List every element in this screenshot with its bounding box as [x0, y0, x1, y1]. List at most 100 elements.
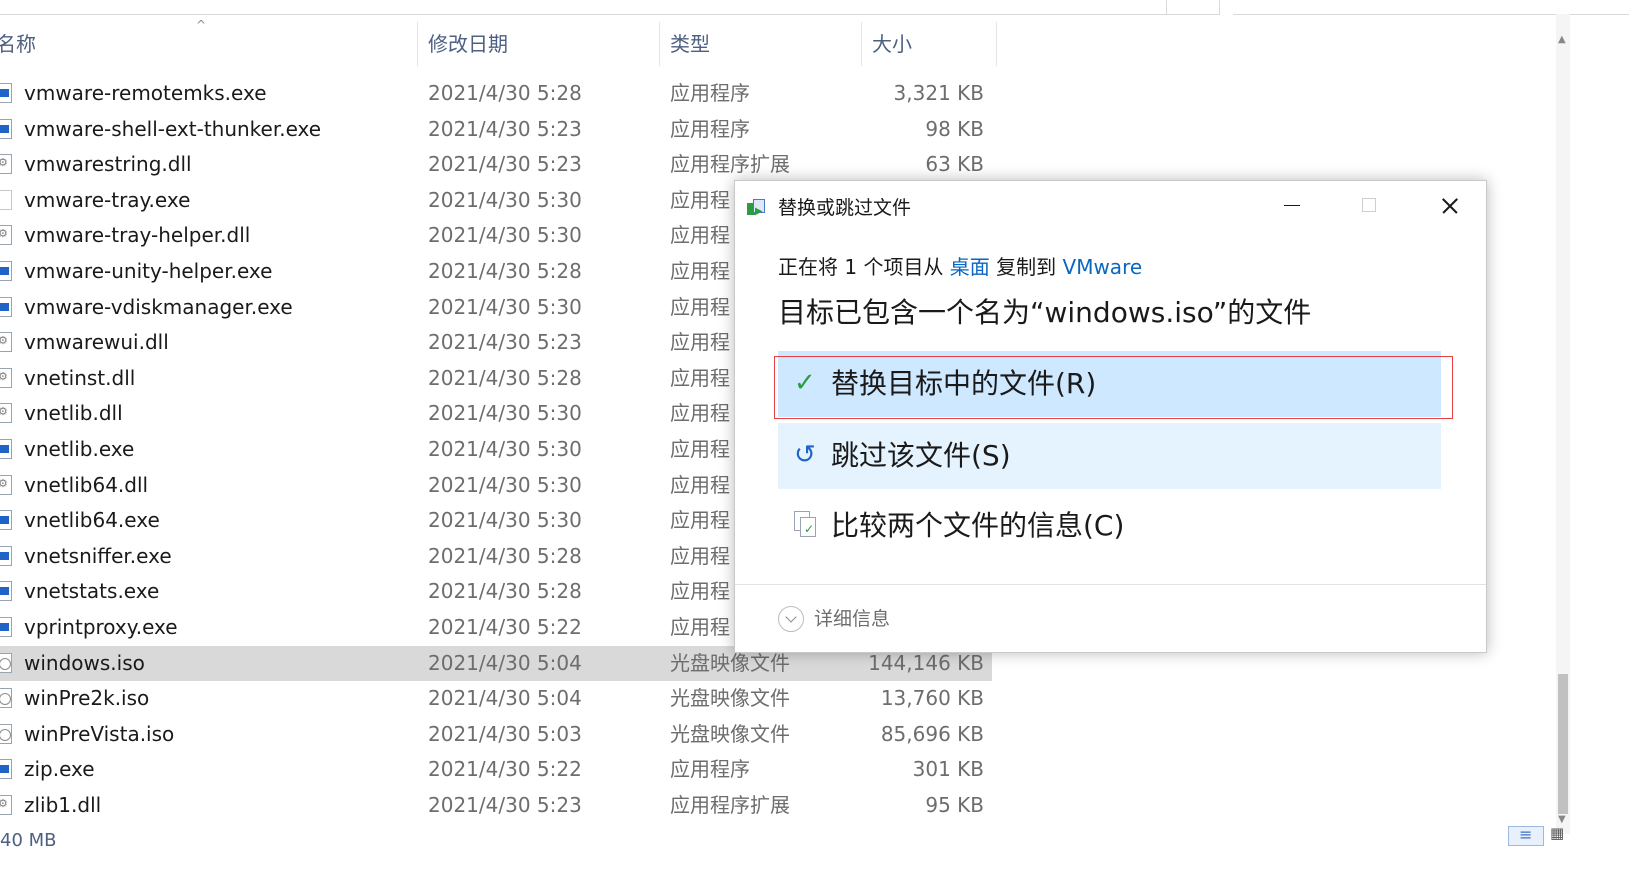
file-type: 应用程: [670, 187, 730, 212]
file-type: 应用程: [670, 543, 730, 568]
dialog-heading: 目标已包含一个名为“windows.iso”的文件: [778, 296, 1312, 329]
file-name: vnetsniffer.exe: [24, 543, 172, 568]
column-header-row: 名称 修改日期 类型 大小: [0, 22, 1000, 66]
file-name: vmware-vdiskmanager.exe: [24, 294, 293, 319]
file-size: 85,696 KB: [880, 721, 984, 746]
iso-icon: [0, 723, 12, 744]
file-type: 应用程: [670, 472, 730, 497]
file-row[interactable]: winPreVista.iso 2021/4/30 5:03 光盘映像文件 85,69…: [0, 717, 992, 753]
file-type: 应用程序扩展: [670, 793, 790, 817]
file-name: winPreVista.iso: [24, 721, 175, 746]
dialog-titlebar[interactable]: ▶ 替换或跳过文件: [735, 181, 1486, 229]
column-header-name[interactable]: 名称: [0, 22, 36, 66]
close-button[interactable]: [1409, 181, 1487, 229]
file-date: 2021/4/30 5:28: [428, 365, 582, 390]
exe-icon: [0, 545, 12, 566]
exe-icon: [0, 759, 12, 780]
file-type: 应用程: [670, 223, 730, 248]
file-date: 2021/4/30 5:23: [428, 116, 582, 141]
exe-icon: [0, 83, 12, 103]
dialog-separator: [735, 584, 1486, 585]
file-date: 2021/4/30 5:28: [428, 543, 582, 568]
blank-file-icon: [0, 189, 12, 210]
exe-icon: [0, 296, 12, 317]
file-date: 2021/4/30 5:30: [428, 472, 582, 497]
file-name: vnetlib64.dll: [24, 472, 149, 497]
file-date: 2021/4/30 5:30: [428, 508, 582, 533]
file-row[interactable]: vmwarestring.dll 2021/4/30 5:23 应用程序扩展 63 K…: [0, 147, 992, 183]
file-row[interactable]: vmware-remotemks.exe 2021/4/30 5:28 应用程序 3,…: [0, 76, 992, 112]
status-bar-size: 40 MB: [0, 830, 57, 851]
file-size: 98 KB: [925, 116, 984, 141]
file-type: 应用程: [670, 330, 730, 355]
file-type: 应用程: [670, 615, 730, 639]
file-row[interactable]: zlib1.dll 2021/4/30 5:23 应用程序扩展 95 KB: [0, 788, 992, 824]
dll-icon: [0, 403, 12, 424]
refresh-button[interactable]: [1167, 0, 1220, 15]
chevron-down-icon: [778, 606, 804, 632]
dll-icon: [0, 795, 12, 815]
file-date: 2021/4/30 5:22: [428, 615, 582, 639]
file-date: 2021/4/30 5:30: [428, 437, 582, 461]
address-bar[interactable]: [0, 0, 1167, 15]
file-date: 2021/4/30 5:28: [428, 81, 582, 105]
column-header-type[interactable]: 类型: [670, 22, 710, 66]
large-icons-view-button[interactable]: [1548, 824, 1568, 846]
file-name: winPre2k.iso: [24, 686, 150, 711]
file-type: 应用程序扩展: [670, 152, 790, 177]
file-name: vnetlib.exe: [24, 437, 135, 461]
compare-files-icon: ✓: [794, 511, 822, 539]
exe-icon: [0, 581, 12, 602]
column-header-date[interactable]: 修改日期: [428, 22, 508, 66]
file-type: 应用程: [670, 365, 730, 390]
minimize-button[interactable]: [1253, 181, 1331, 229]
column-divider[interactable]: [861, 22, 862, 66]
vertical-scrollbar[interactable]: ▲ ▼: [1556, 14, 1570, 834]
file-copy-icon: ▶: [747, 199, 767, 217]
file-date: 2021/4/30 5:04: [428, 650, 582, 675]
skip-arrow-icon: ↺: [794, 440, 816, 470]
file-type: 应用程: [670, 579, 730, 604]
file-date: 2021/4/30 5:28: [428, 259, 582, 283]
copy-middle-text: 复制到: [989, 255, 1063, 279]
column-divider[interactable]: [417, 22, 418, 66]
details-view-button[interactable]: [1508, 825, 1544, 846]
file-type: 光盘映像文件: [670, 721, 790, 746]
dll-icon: [0, 332, 12, 353]
file-date: 2021/4/30 5:23: [428, 330, 582, 355]
column-divider[interactable]: [659, 22, 660, 66]
scrollbar-thumb[interactable]: [1558, 674, 1568, 814]
dll-icon: [0, 154, 12, 175]
file-type: 应用程序: [670, 116, 750, 141]
iso-icon: [0, 688, 12, 709]
column-divider[interactable]: [996, 22, 997, 66]
skip-option-label: 跳过该文件(S): [831, 439, 1011, 472]
destination-folder-link[interactable]: VMware: [1063, 255, 1143, 279]
copy-status-line: 正在将 1 个项目从 桌面 复制到 VMware: [778, 251, 1142, 280]
compare-files-option[interactable]: ✓ 比较两个文件的信息(C): [778, 493, 1441, 559]
file-type: 应用程序: [670, 757, 750, 782]
details-label: 详细信息: [814, 608, 891, 630]
file-type: 应用程: [670, 508, 730, 533]
address-bar-strip: [0, 0, 1629, 15]
replace-or-skip-dialog: ▶ 替换或跳过文件 正在将 1 个项目从 桌面 复制到 VMware 目标已包含…: [734, 180, 1487, 653]
column-header-size[interactable]: 大小: [872, 22, 912, 66]
file-name: vprintproxy.exe: [24, 615, 178, 639]
dialog-title: 替换或跳过文件: [778, 197, 912, 219]
file-row[interactable]: winPre2k.iso 2021/4/30 5:04 光盘映像文件 13,760 K…: [0, 681, 992, 717]
file-name: vmware-tray-helper.dll: [24, 223, 251, 248]
copy-prefix-text: 正在将 1 个项目从: [778, 255, 950, 279]
source-folder-link[interactable]: 桌面: [950, 255, 990, 279]
file-type: 应用程: [670, 259, 730, 283]
file-row[interactable]: zip.exe 2021/4/30 5:22 应用程序 301 KB: [0, 752, 992, 788]
scroll-up-icon[interactable]: ▲: [1558, 34, 1566, 45]
file-date: 2021/4/30 5:30: [428, 187, 582, 212]
file-type: 应用程: [670, 437, 730, 461]
replace-file-option[interactable]: ✓ 替换目标中的文件(R): [778, 351, 1441, 417]
exe-icon: [0, 510, 12, 531]
skip-file-option[interactable]: ↺ 跳过该文件(S): [778, 423, 1441, 489]
replace-option-label: 替换目标中的文件(R): [831, 367, 1097, 400]
file-date: 2021/4/30 5:03: [428, 721, 582, 746]
file-row[interactable]: vmware-shell-ext-thunker.exe 2021/4/30 5:…: [0, 112, 992, 148]
search-box[interactable]: [1233, 0, 1629, 15]
